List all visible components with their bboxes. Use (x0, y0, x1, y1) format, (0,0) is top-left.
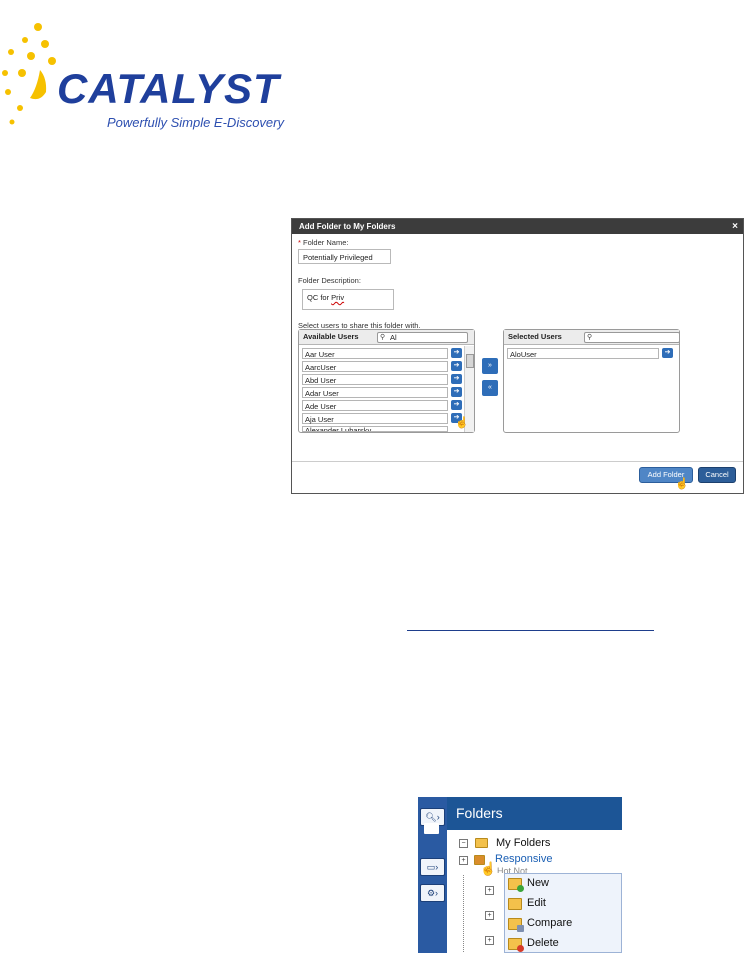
hand-cursor-icon: ☝ (455, 417, 469, 429)
left-rail: 🔍︎› ▭› ⚙› (418, 797, 447, 953)
open-folder-icon (475, 838, 488, 848)
scrollbar-thumb[interactable] (466, 354, 474, 368)
tree-item-responsive[interactable]: Responsive (495, 853, 552, 865)
available-search-value: Al (390, 333, 397, 342)
user-row[interactable]: Alexander Lubarsky (302, 426, 448, 432)
selected-users-title: Selected Users (508, 332, 562, 341)
folder-name-label: * Folder Name: (298, 238, 348, 247)
folder-nav-icon[interactable] (424, 823, 439, 834)
menu-item-compare[interactable]: Compare (505, 914, 621, 934)
edit-folder-icon (508, 898, 522, 910)
user-row[interactable]: Aar User (302, 348, 448, 359)
move-all-left-button[interactable]: « (482, 380, 498, 396)
add-user-arrow-icon[interactable]: ➔ (451, 348, 462, 358)
selected-users-search[interactable]: ⚲ (584, 332, 680, 343)
menu-item-label: Compare (527, 917, 573, 929)
expand-icon[interactable]: + (485, 936, 494, 945)
close-icon[interactable]: × (732, 219, 738, 234)
delete-folder-icon (508, 938, 524, 952)
selected-user-row[interactable]: AloUser (507, 348, 659, 359)
move-all-right-button[interactable]: » (482, 358, 498, 374)
folder-name-label-text: Folder Name: (303, 238, 349, 247)
menu-item-new[interactable]: New (505, 874, 621, 894)
required-mark: * (298, 238, 301, 247)
search-icon: ⚲ (380, 334, 386, 341)
catalyst-logo: CATALYST Powerfully Simple E-Discovery (0, 18, 330, 133)
user-row[interactable]: AarcUser (302, 361, 448, 372)
logo-wordmark: CATALYST (57, 65, 280, 112)
folder-context-menu: New Edit Compare Delete (504, 873, 622, 953)
collapse-icon[interactable]: − (459, 839, 468, 848)
remove-user-arrow-icon[interactable]: ➔ (662, 348, 673, 358)
underline-divider (407, 630, 654, 631)
tree-item-my-folders[interactable]: My Folders (496, 837, 550, 849)
selected-users-header: Selected Users ⚲ (504, 330, 680, 345)
menu-item-label: Edit (527, 897, 546, 909)
expand-icon[interactable]: + (485, 911, 494, 920)
description-misspelled-word: Priv (331, 293, 345, 302)
menu-item-label: New (527, 877, 550, 889)
expand-icon[interactable]: + (459, 856, 468, 865)
compare-icon (508, 918, 524, 932)
add-user-arrow-icon[interactable]: ➔ (451, 387, 462, 397)
add-user-arrow-icon[interactable]: ➔ (451, 400, 462, 410)
tree-connector (463, 875, 464, 953)
dialog-titlebar: Add Folder to My Folders × (292, 219, 743, 234)
user-row[interactable]: Adar User (302, 387, 448, 398)
selected-users-panel: Selected Users ⚲ AloUser ➔ (503, 329, 680, 433)
menu-item-label: Delete (527, 937, 559, 949)
folder-description-input[interactable]: QC for Priv (302, 289, 394, 310)
folder-description-label: Folder Description: (298, 276, 361, 285)
description-text: QC for (307, 293, 332, 302)
hand-cursor-icon: ☝ (480, 861, 497, 876)
available-users-search[interactable]: ⚲ Al (377, 332, 468, 343)
tree-item-partial: Hot Not (497, 866, 528, 873)
available-users-header: Available Users ⚲ Al (299, 330, 474, 345)
menu-item-delete[interactable]: Delete (505, 934, 621, 953)
hand-cursor-icon: ☝ (675, 478, 689, 490)
dialog-title: Add Folder to My Folders (299, 222, 396, 231)
folders-header: Folders (447, 797, 622, 830)
search-icon: ⚲ (587, 334, 593, 341)
available-users-title: Available Users (303, 332, 359, 341)
new-folder-icon (508, 878, 524, 892)
logo-tagline: Powerfully Simple E-Discovery (107, 115, 284, 130)
add-user-arrow-icon[interactable]: ➔ (451, 361, 462, 371)
monitor-icon[interactable]: ▭› (420, 858, 445, 876)
user-row[interactable]: Aja User (302, 413, 448, 424)
cancel-button[interactable]: Cancel (698, 467, 736, 483)
folder-name-input[interactable]: Potentially Privileged (298, 249, 391, 264)
menu-item-edit[interactable]: Edit (505, 894, 621, 914)
available-users-panel: Available Users ⚲ Al Aar User ➔ AarcUser… (298, 329, 475, 433)
folders-panel: 🔍︎› ▭› ⚙› Folders − My Folders + Respons… (418, 797, 622, 953)
add-folder-dialog: Add Folder to My Folders × * Folder Name… (291, 218, 744, 494)
dialog-footer-divider (292, 461, 743, 462)
add-user-arrow-icon[interactable]: ➔ (451, 374, 462, 384)
expand-icon[interactable]: + (485, 886, 494, 895)
gears-icon[interactable]: ⚙› (420, 884, 445, 902)
user-row[interactable]: Abd User (302, 374, 448, 385)
user-row[interactable]: Ade User (302, 400, 448, 411)
